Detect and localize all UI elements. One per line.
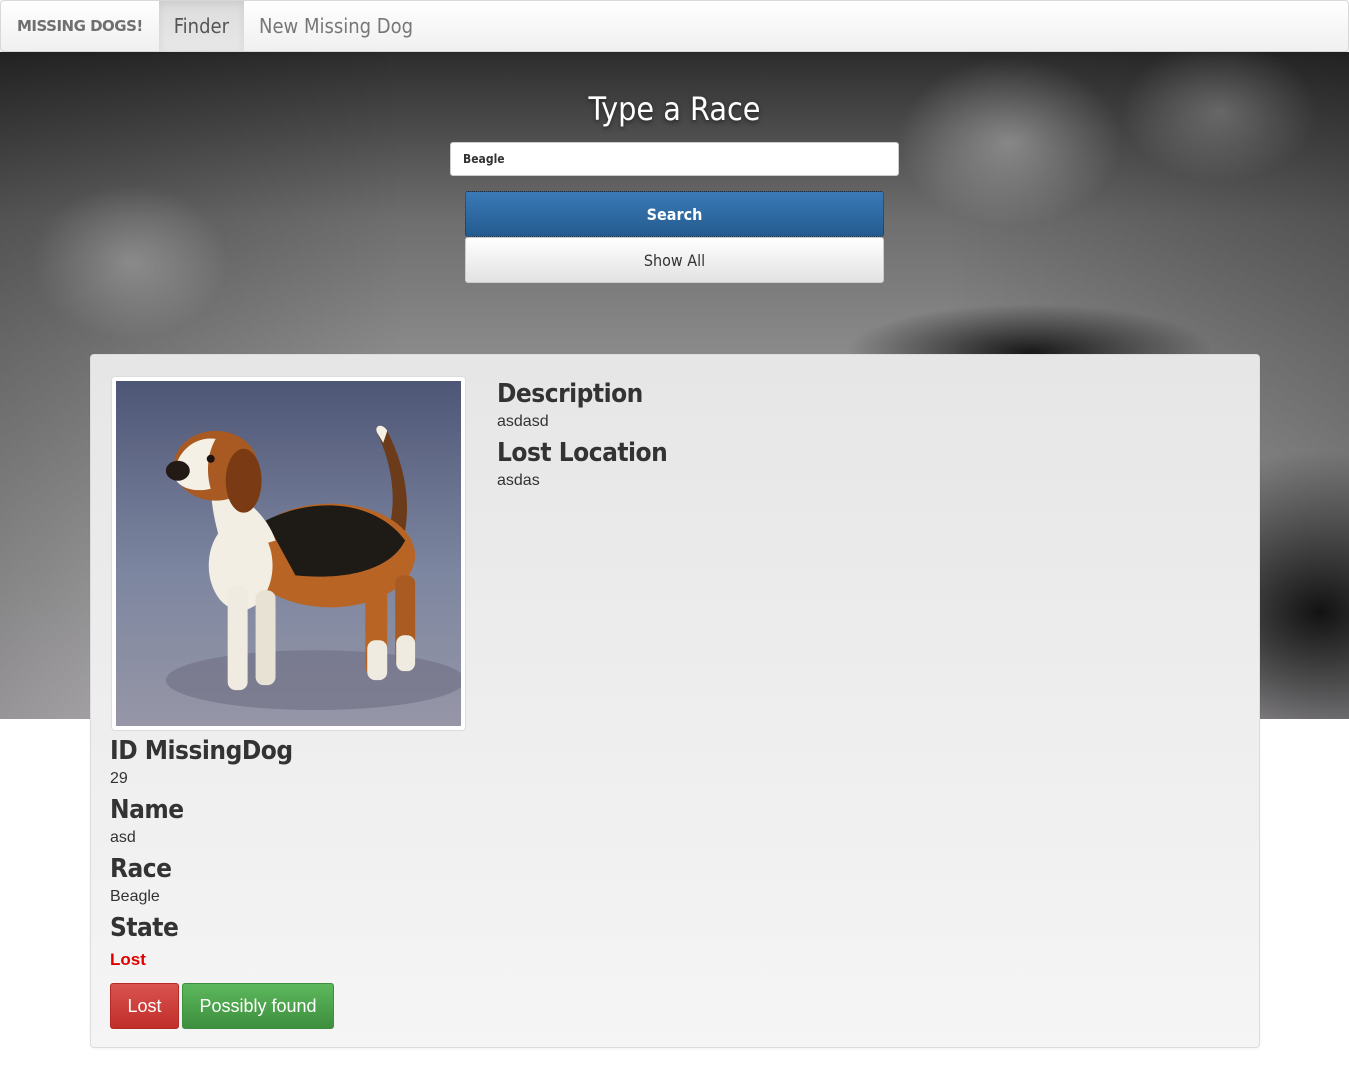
nav-item-new-missing-dog[interactable]: New Missing Dog <box>244 1 428 51</box>
missing-dog-card: Description asdasd Lost Location asdas I… <box>90 354 1260 1048</box>
name-value: asd <box>110 829 136 846</box>
id-label: ID MissingDog <box>110 736 293 766</box>
mark-lost-button[interactable]: Lost <box>110 983 179 1029</box>
state-label: State <box>110 913 179 943</box>
mark-possibly-found-button[interactable]: Possibly found <box>182 983 334 1029</box>
search-button[interactable]: Search <box>465 191 884 237</box>
race-value: Beagle <box>110 888 160 905</box>
id-value: 29 <box>110 770 128 787</box>
lost-location-label: Lost Location <box>497 438 668 468</box>
race-label: Race <box>110 854 172 884</box>
race-search-input[interactable]: Beagle <box>450 142 899 176</box>
beagle-photo-icon <box>116 381 461 726</box>
search-title: Type a Race <box>588 90 761 128</box>
name-label: Name <box>110 795 184 825</box>
brand-logo[interactable]: MISSING DOGS! <box>1 1 159 51</box>
description-label: Description <box>497 379 643 409</box>
search-input-value: Beagle <box>463 152 505 166</box>
lost-location-value: asdas <box>497 472 540 489</box>
top-navbar: MISSING DOGS! Finder New Missing Dog <box>0 0 1349 52</box>
dog-photo <box>111 376 466 731</box>
nav-item-finder[interactable]: Finder <box>158 1 244 51</box>
description-value: asdasd <box>497 413 549 430</box>
state-value: Lost <box>110 950 146 969</box>
show-all-button[interactable]: Show All <box>465 237 884 283</box>
